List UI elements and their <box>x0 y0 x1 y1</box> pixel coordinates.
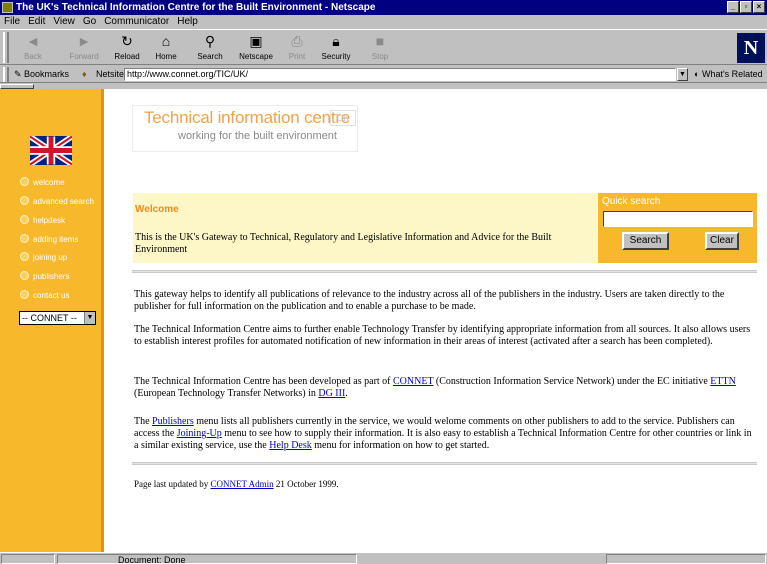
window-title-bar: The UK's Technical Information Centre fo… <box>0 0 767 15</box>
welcome-text: This is the UK's Gateway to Technical, R… <box>135 232 552 255</box>
printer-icon: ⎙ <box>291 33 303 49</box>
bookmarks-button[interactable]: ✎ Bookmarks <box>14 66 69 83</box>
dg-iii-link[interactable]: DG III <box>318 388 345 399</box>
menu-communicator[interactable]: Communicator <box>104 15 169 29</box>
netscape-button[interactable]: ▣ Netscape <box>236 32 276 63</box>
security-button[interactable]: 🔒︎ Security <box>318 32 354 63</box>
menu-go[interactable]: Go <box>83 15 96 29</box>
search-button[interactable]: Search <box>622 232 669 250</box>
site-title: Technical information centre <box>144 108 351 127</box>
site-header-logo: Technical information centre UK working … <box>132 105 358 152</box>
bookmarks-icon: ✎ <box>14 69 25 79</box>
bullet-icon <box>20 234 29 243</box>
welcome-heading: Welcome <box>135 204 179 215</box>
status-bar: Document: Done <box>0 552 767 564</box>
intro-paragraph: This gateway helps to identify all publi… <box>134 289 725 312</box>
divider <box>132 270 757 273</box>
minimize-icon[interactable]: _ <box>727 1 739 13</box>
sidebar-item-joining-up[interactable]: joining up <box>20 251 67 264</box>
menu-file[interactable]: File <box>4 15 20 29</box>
location-bar: ✎ Bookmarks ♦ Netsite: http://www.connet… <box>0 66 767 83</box>
publishers-paragraph: The Publishers menu lists all publishers… <box>134 416 752 451</box>
stop-icon: ■ <box>375 33 385 49</box>
clear-button[interactable]: Clear <box>705 232 739 250</box>
bullet-icon <box>20 252 29 261</box>
quick-search-panel: Quick search Search Clear <box>598 193 757 263</box>
search-icon: ⚲ <box>204 33 216 49</box>
bullet-icon <box>20 271 29 280</box>
page-content: welcome advanced search helpdesk adding … <box>0 89 767 552</box>
divider <box>132 462 757 465</box>
lock-icon: 🔒︎ <box>332 33 340 49</box>
welcome-panel: Welcome This is the UK's Gateway to Tech… <box>133 193 597 263</box>
whats-related-button[interactable]: ◐ What's Related <box>694 66 763 83</box>
location-grip[interactable] <box>3 67 9 82</box>
quick-search-input[interactable] <box>603 211 753 227</box>
sidebar-item-welcome[interactable]: welcome <box>20 176 65 189</box>
bullet-icon <box>20 290 29 299</box>
last-updated-note: Page last updated by CONNET Admin 21 Oct… <box>134 479 339 489</box>
forward-arrow-icon: ► <box>77 33 91 49</box>
sidebar-item-adding-items[interactable]: adding items <box>20 233 78 246</box>
uk-flag-image <box>30 136 72 165</box>
connet-paragraph: The Technical Information Centre has bee… <box>134 376 736 399</box>
forward-button[interactable]: ► Forward <box>66 32 102 63</box>
navigation-toolbar: ◄ Back ► Forward ↻ Reload ⌂ Home ⚲ Searc… <box>0 29 767 65</box>
location-label: Netsite: <box>96 69 127 79</box>
country-badge: UK <box>330 110 356 126</box>
sidebar-item-advanced-search[interactable]: advanced search <box>20 195 94 208</box>
reload-icon: ↻ <box>121 33 133 49</box>
netscape-logo: N <box>737 33 765 63</box>
maximize-icon[interactable]: ▫ <box>740 1 752 13</box>
chevron-down-icon[interactable]: ▼ <box>84 312 95 324</box>
print-button[interactable]: ⎙ Print <box>284 32 310 63</box>
component-bar <box>606 554 766 564</box>
sidebar-item-helpdesk[interactable]: helpdesk <box>20 214 65 227</box>
site-subtitle: working for the built environment <box>178 130 337 142</box>
search-button-toolbar[interactable]: ⚲ Search <box>194 32 226 63</box>
whats-related-icon: ◐ <box>694 69 702 79</box>
bullet-icon <box>20 177 29 186</box>
window-title: The UK's Technical Information Centre fo… <box>16 2 376 13</box>
sidebar-item-publishers[interactable]: publishers <box>20 270 69 283</box>
connet-link[interactable]: CONNET <box>393 376 433 387</box>
stop-button[interactable]: ■ Stop <box>368 32 392 63</box>
sidebar-item-contact-us[interactable]: contact us <box>20 289 69 302</box>
help-desk-link[interactable]: Help Desk <box>269 440 312 451</box>
connet-admin-link[interactable]: CONNET Admin <box>210 479 273 489</box>
menu-edit[interactable]: Edit <box>28 15 45 29</box>
home-button[interactable]: ⌂ Home <box>152 32 180 63</box>
home-icon: ⌂ <box>161 33 171 49</box>
menu-bar: File Edit View Go Communicator Help <box>0 15 767 29</box>
security-status-icon[interactable] <box>1 554 55 564</box>
back-button[interactable]: ◄ Back <box>18 32 48 63</box>
menu-view[interactable]: View <box>53 15 75 29</box>
back-arrow-icon: ◄ <box>26 33 40 49</box>
toolbar-grip[interactable] <box>3 32 9 63</box>
netscape-app-icon <box>2 2 13 13</box>
menu-help[interactable]: Help <box>177 15 198 29</box>
publishers-link[interactable]: Publishers <box>152 416 194 427</box>
status-text: Document: Done <box>57 554 357 564</box>
ettn-link[interactable]: ETTN <box>710 376 736 387</box>
close-icon[interactable]: × <box>753 1 765 13</box>
page-proxy-icon[interactable]: ♦ <box>82 69 92 80</box>
netscape-icon: ▣ <box>249 33 263 49</box>
sidebar: welcome advanced search helpdesk adding … <box>0 89 104 552</box>
connet-site-select[interactable]: -- CONNET -- ▼ <box>19 311 96 325</box>
url-dropdown-icon[interactable]: ▼ <box>677 68 688 81</box>
quick-search-label: Quick search <box>602 196 661 207</box>
bullet-icon <box>20 196 29 205</box>
url-input[interactable]: http://www.connet.org/TIC/UK/ <box>124 68 676 81</box>
bullet-icon <box>20 215 29 224</box>
reload-button[interactable]: ↻ Reload <box>112 32 142 63</box>
window-controls: _ ▫ × <box>727 1 765 13</box>
tech-transfer-paragraph: The Technical Information Centre aims to… <box>134 324 751 347</box>
joining-up-link[interactable]: Joining-Up <box>177 428 222 439</box>
